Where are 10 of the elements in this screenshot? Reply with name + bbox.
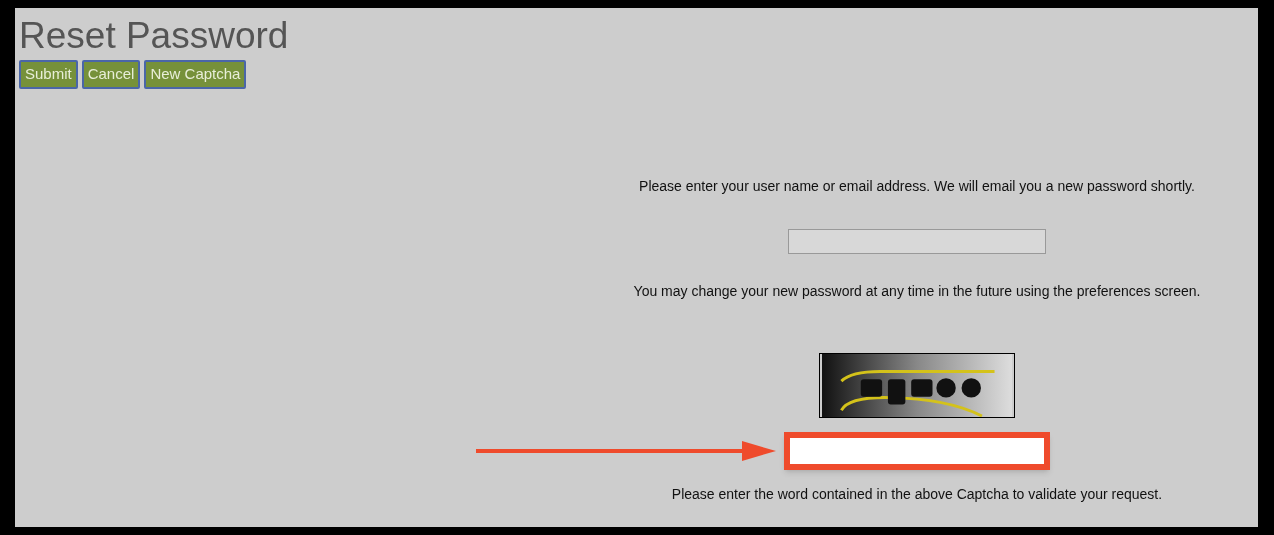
note-text: You may change your new password at any time in the future using the preferences screen. — [633, 282, 1201, 301]
toolbar-button[interactable]: New Captcha — [144, 60, 247, 89]
instructions-text: Please enter your user name or email address. We will email you a new password shortly. — [639, 177, 1195, 196]
arrow-icon — [476, 441, 776, 461]
page-title: Reset Password — [19, 16, 290, 56]
username-field[interactable] — [788, 229, 1046, 254]
captcha-field[interactable] — [784, 432, 1050, 470]
toolbar-button[interactable]: Submit — [19, 60, 78, 89]
toolbar-button[interactable]: Cancel — [81, 60, 141, 89]
captcha-hint-text: Please enter the word contained in the above Captcha to validate your request. — [671, 485, 1163, 504]
